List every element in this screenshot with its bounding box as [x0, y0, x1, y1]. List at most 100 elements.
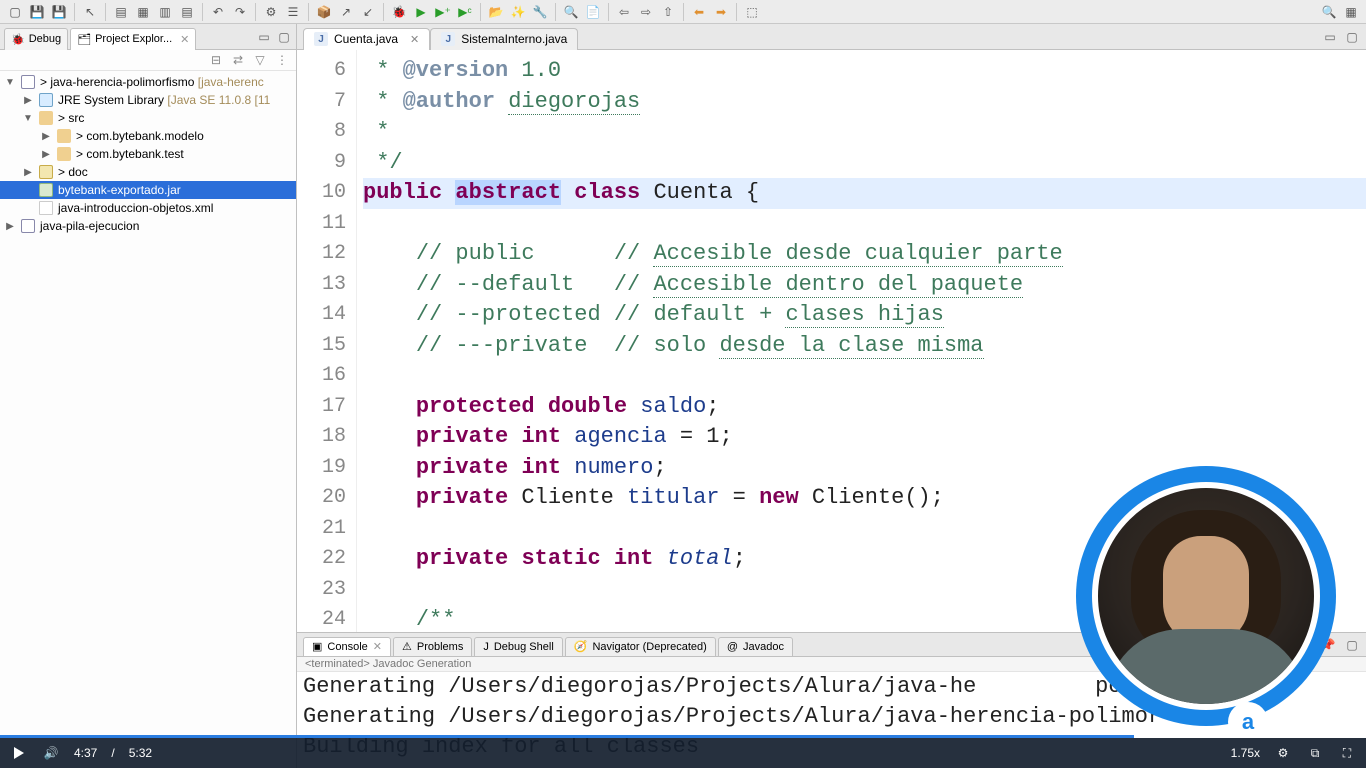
- bottom-tab-javadoc[interactable]: @Javadoc: [718, 637, 793, 657]
- forward-icon[interactable]: ➡: [712, 3, 730, 21]
- close-icon[interactable]: ✕: [410, 33, 419, 46]
- save-icon[interactable]: 💾: [28, 3, 46, 21]
- back-icon[interactable]: ⬅: [690, 3, 708, 21]
- wand-icon[interactable]: ✨: [509, 3, 527, 21]
- code-line: [363, 361, 1366, 392]
- bottom-tab-navigator[interactable]: 🧭Navigator (Deprecated): [565, 637, 716, 657]
- bottom-tab-problems[interactable]: ⚠Problems: [393, 637, 472, 657]
- tree-node[interactable]: ▶java-pila-ejecucion: [0, 217, 296, 235]
- twistie-icon[interactable]: ▼: [22, 113, 34, 124]
- run-config-icon[interactable]: ▶⁺: [434, 3, 452, 21]
- java-file-icon: J: [441, 32, 455, 46]
- twistie-icon[interactable]: ▶: [22, 95, 34, 106]
- tab-debug[interactable]: 🐞 Debug: [4, 28, 68, 50]
- bottom-tab-label: Debug Shell: [494, 641, 554, 653]
- line-number: 18: [297, 422, 356, 453]
- collapse-all-icon[interactable]: ⊟: [208, 52, 224, 68]
- minimize-icon[interactable]: ▭: [256, 29, 272, 45]
- tool-icon[interactable]: ⚙: [262, 3, 280, 21]
- tree-node[interactable]: bytebank-exportado.jar: [0, 181, 296, 199]
- nav-prev-icon[interactable]: ⇦: [615, 3, 633, 21]
- cursor-icon[interactable]: ↖: [81, 3, 99, 21]
- editor-tabbar: JCuenta.java✕JSistemaInterno.java ▭ ▢: [297, 24, 1366, 50]
- twistie-icon[interactable]: ▶: [22, 167, 34, 178]
- bottom-tab-debug-shell[interactable]: JDebug Shell: [474, 637, 562, 657]
- tree-label: > java-herencia-polimorfismo [java-heren…: [40, 75, 264, 89]
- in-icon[interactable]: ↙: [359, 3, 377, 21]
- link-editor-icon[interactable]: ⇄: [230, 52, 246, 68]
- editor-tab[interactable]: JSistemaInterno.java: [430, 28, 578, 50]
- tree-node[interactable]: ▶> com.bytebank.test: [0, 145, 296, 163]
- line-number: 9: [297, 148, 356, 179]
- build-icon[interactable]: ▤: [112, 3, 130, 21]
- project-icon: [20, 74, 36, 90]
- tree-toolbar: ⊟ ⇄ ▽ ⋮: [0, 50, 296, 71]
- twistie-icon[interactable]: ▶: [4, 221, 16, 232]
- out-icon[interactable]: ↗: [337, 3, 355, 21]
- tree-node[interactable]: ▼ > java-herencia-polimorfismo [java-here…: [0, 73, 296, 91]
- line-number: 16: [297, 361, 356, 392]
- tree-node[interactable]: java-introduccion-objetos.xml: [0, 199, 296, 217]
- nav-next-icon[interactable]: ⇨: [637, 3, 655, 21]
- filter-icon[interactable]: 📄: [584, 3, 602, 21]
- playback-speed[interactable]: 1.75x: [1231, 746, 1260, 760]
- open-type-icon[interactable]: 📂: [487, 3, 505, 21]
- tree-label: bytebank-exportado.jar: [58, 183, 181, 197]
- toolbar-separator: [308, 3, 309, 21]
- tree-node[interactable]: ▶> doc: [0, 163, 296, 181]
- save-all-icon[interactable]: 💾: [50, 3, 68, 21]
- settings-icon[interactable]: ⚙: [1274, 744, 1292, 762]
- maximize-icon[interactable]: ▢: [1344, 29, 1360, 45]
- javadoc-icon: @: [727, 641, 738, 653]
- twistie-icon[interactable]: ▼: [4, 77, 16, 88]
- search-icon[interactable]: 🔍: [562, 3, 580, 21]
- pip-icon[interactable]: ⧉: [1306, 744, 1324, 762]
- volume-icon[interactable]: 🔊: [42, 744, 60, 762]
- quick-search-icon[interactable]: 🔍: [1320, 3, 1338, 21]
- line-number: 8: [297, 117, 356, 148]
- fullscreen-icon[interactable]: ⛶: [1338, 744, 1356, 762]
- tree-node[interactable]: ▶> com.bytebank.modelo: [0, 127, 296, 145]
- package-icon[interactable]: 📦: [315, 3, 333, 21]
- bottom-tab-label: Console: [327, 641, 367, 653]
- run-icon[interactable]: ▶: [412, 3, 430, 21]
- perspective-switch-icon[interactable]: ▦: [1342, 3, 1360, 21]
- progress-track[interactable]: [0, 735, 1366, 738]
- close-icon[interactable]: ✕: [373, 640, 382, 653]
- toolbar-separator: [383, 3, 384, 21]
- coverage-icon[interactable]: ▶ᶜ: [456, 3, 474, 21]
- open-task-icon[interactable]: 🔧: [531, 3, 549, 21]
- time-total: 5:32: [129, 746, 152, 760]
- redo-icon[interactable]: ↷: [231, 3, 249, 21]
- tree-node[interactable]: ▶JRE System Library [Java SE 11.0.8 [11: [0, 91, 296, 109]
- twistie-icon[interactable]: ▶: [40, 149, 52, 160]
- editor-tab[interactable]: JCuenta.java✕: [303, 28, 430, 50]
- display-menu-icon[interactable]: ▢: [1344, 637, 1360, 653]
- view-menu-icon[interactable]: ⋮: [274, 52, 290, 68]
- problems-icon: ⚠: [402, 640, 412, 653]
- align-icon[interactable]: ▤: [178, 3, 196, 21]
- twistie-icon[interactable]: ▶: [40, 131, 52, 142]
- tool-icon[interactable]: ☰: [284, 3, 302, 21]
- tree-node[interactable]: ▼> src: [0, 109, 296, 127]
- line-number: 21: [297, 514, 356, 545]
- bottom-tab-console[interactable]: ▣Console ✕: [303, 637, 391, 657]
- play-button[interactable]: [10, 744, 28, 762]
- nav-up-icon[interactable]: ⇧: [659, 3, 677, 21]
- code-line: // --default // Accesible dentro del paq…: [363, 270, 1366, 301]
- undo-icon[interactable]: ↶: [209, 3, 227, 21]
- video-control-bar: 🔊 4:37 / 5:32 1.75x ⚙ ⧉ ⛶: [0, 738, 1366, 768]
- minimize-icon[interactable]: ▭: [1322, 29, 1338, 45]
- project-tree[interactable]: ▼ > java-herencia-polimorfismo [java-here…: [0, 71, 296, 768]
- line-number: 11: [297, 209, 356, 240]
- new-window-icon[interactable]: ⬚: [743, 3, 761, 21]
- maximize-icon[interactable]: ▢: [276, 29, 292, 45]
- new-icon[interactable]: ▢: [6, 3, 24, 21]
- code-line: public abstract class Cuenta {: [363, 178, 1366, 209]
- filter-icon[interactable]: ▽: [252, 52, 268, 68]
- debug-icon[interactable]: 🐞: [390, 3, 408, 21]
- tab-project-explorer[interactable]: 🗂 Project Explor... ✕: [70, 28, 196, 50]
- close-icon[interactable]: ✕: [180, 33, 189, 46]
- grid-icon[interactable]: ▦: [134, 3, 152, 21]
- layout-icon[interactable]: ▥: [156, 3, 174, 21]
